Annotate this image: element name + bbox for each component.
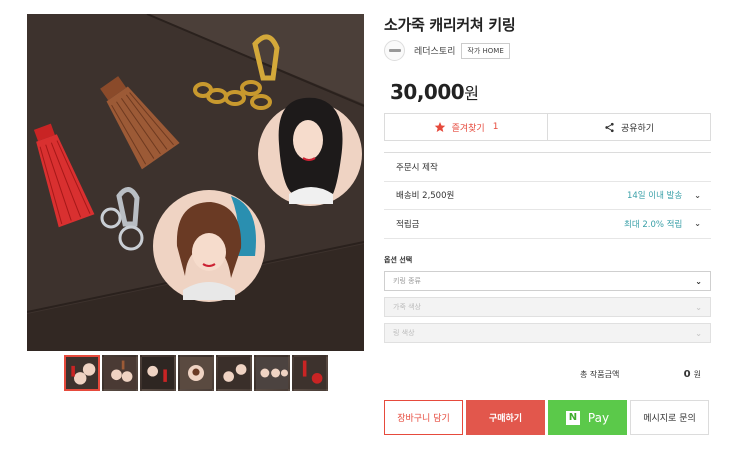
option-select-leather-color[interactable]: 가죽 색상 ⌄ [384, 297, 711, 317]
points-label: 적립금 [396, 219, 420, 230]
shipping-row[interactable]: 배송비 2,500원 14일 이내 발송 ⌄ [384, 182, 711, 210]
product-price: 30,000원 [390, 80, 479, 104]
message-inquiry-button[interactable]: 메시지로 문의 [630, 400, 709, 435]
thumbnail-4[interactable] [178, 355, 214, 391]
thumbnail-2[interactable] [102, 355, 138, 391]
price-unit: 원 [464, 84, 479, 103]
add-to-cart-button[interactable]: 장바구니 담기 [384, 400, 463, 435]
thumbnail-5[interactable] [216, 355, 252, 391]
thumbnail-1[interactable] [64, 355, 100, 391]
thumbnail-6[interactable] [254, 355, 290, 391]
seller-info: 레더스토리 작가 HOME [384, 40, 510, 61]
total-amount: 총 작품금액 0원 [384, 369, 711, 380]
caret-down-icon: ⌄ [695, 328, 702, 338]
seller-name[interactable]: 레더스토리 [414, 44, 455, 57]
npay-label: Pay [587, 410, 610, 425]
seller-avatar[interactable] [384, 40, 405, 61]
option-select-placeholder: 링 색상 [393, 329, 415, 337]
npay-logo: N [565, 410, 580, 425]
share-label: 공유하기 [620, 123, 655, 134]
npay-button[interactable]: N Pay [548, 400, 627, 435]
points-value: 최대 2.0% 적립 [624, 219, 683, 230]
option-select-ring-color[interactable]: 링 색상 ⌄ [384, 323, 711, 343]
favorite-button[interactable]: 즐겨찾기 1 [385, 114, 547, 140]
option-select-keyring-type[interactable]: 키링 종류 ⌄ [384, 271, 711, 291]
favorite-label: 즐겨찾기 [451, 123, 485, 134]
total-unit: 원 [693, 370, 701, 379]
product-info: 주문시 제작 배송비 2,500원 14일 이내 발송 ⌄ 적립금 최대 2.0… [384, 152, 711, 239]
total-value-wrap: 0원 [684, 369, 701, 380]
action-row: 즐겨찾기 1 공유하기 [384, 113, 711, 141]
option-select-placeholder: 가죽 색상 [393, 303, 421, 311]
caret-down-icon: ⌄ [695, 276, 702, 286]
purchase-buttons: 장바구니 담기 구매하기 N Pay 메시지로 문의 [384, 400, 709, 435]
option-select-placeholder: 키링 종류 [393, 277, 421, 285]
points-row[interactable]: 적립금 최대 2.0% 적립 ⌄ [384, 210, 711, 239]
shipping-label: 배송비 2,500원 [396, 191, 455, 202]
main-product-image [27, 14, 364, 351]
options-section-label: 옵션 선택 [384, 256, 413, 264]
made-to-order-label: 주문시 제작 [396, 162, 438, 173]
made-to-order-row: 주문시 제작 [384, 153, 711, 182]
thumbnail-3[interactable] [140, 355, 176, 391]
shipping-value: 14일 이내 발송 [626, 191, 683, 202]
star-icon [434, 122, 445, 132]
price-value: 30,000 [390, 80, 465, 104]
buy-button[interactable]: 구매하기 [466, 400, 545, 435]
share-icon [605, 122, 614, 132]
total-value: 0 [683, 369, 691, 380]
seller-home-button[interactable]: 작가 HOME [461, 42, 510, 59]
thumbnail-strip [64, 355, 328, 391]
product-title: 소가죽 캐리커쳐 키링 [384, 16, 516, 34]
share-button[interactable]: 공유하기 [547, 114, 710, 140]
caret-down-icon: ⌄ [695, 302, 702, 312]
thumbnail-7[interactable] [292, 355, 328, 391]
favorite-count: 1 [492, 122, 499, 132]
chevron-down-icon[interactable]: ⌄ [694, 191, 701, 200]
chevron-down-icon[interactable]: ⌄ [694, 219, 701, 228]
total-label: 총 작품금액 [580, 370, 620, 379]
